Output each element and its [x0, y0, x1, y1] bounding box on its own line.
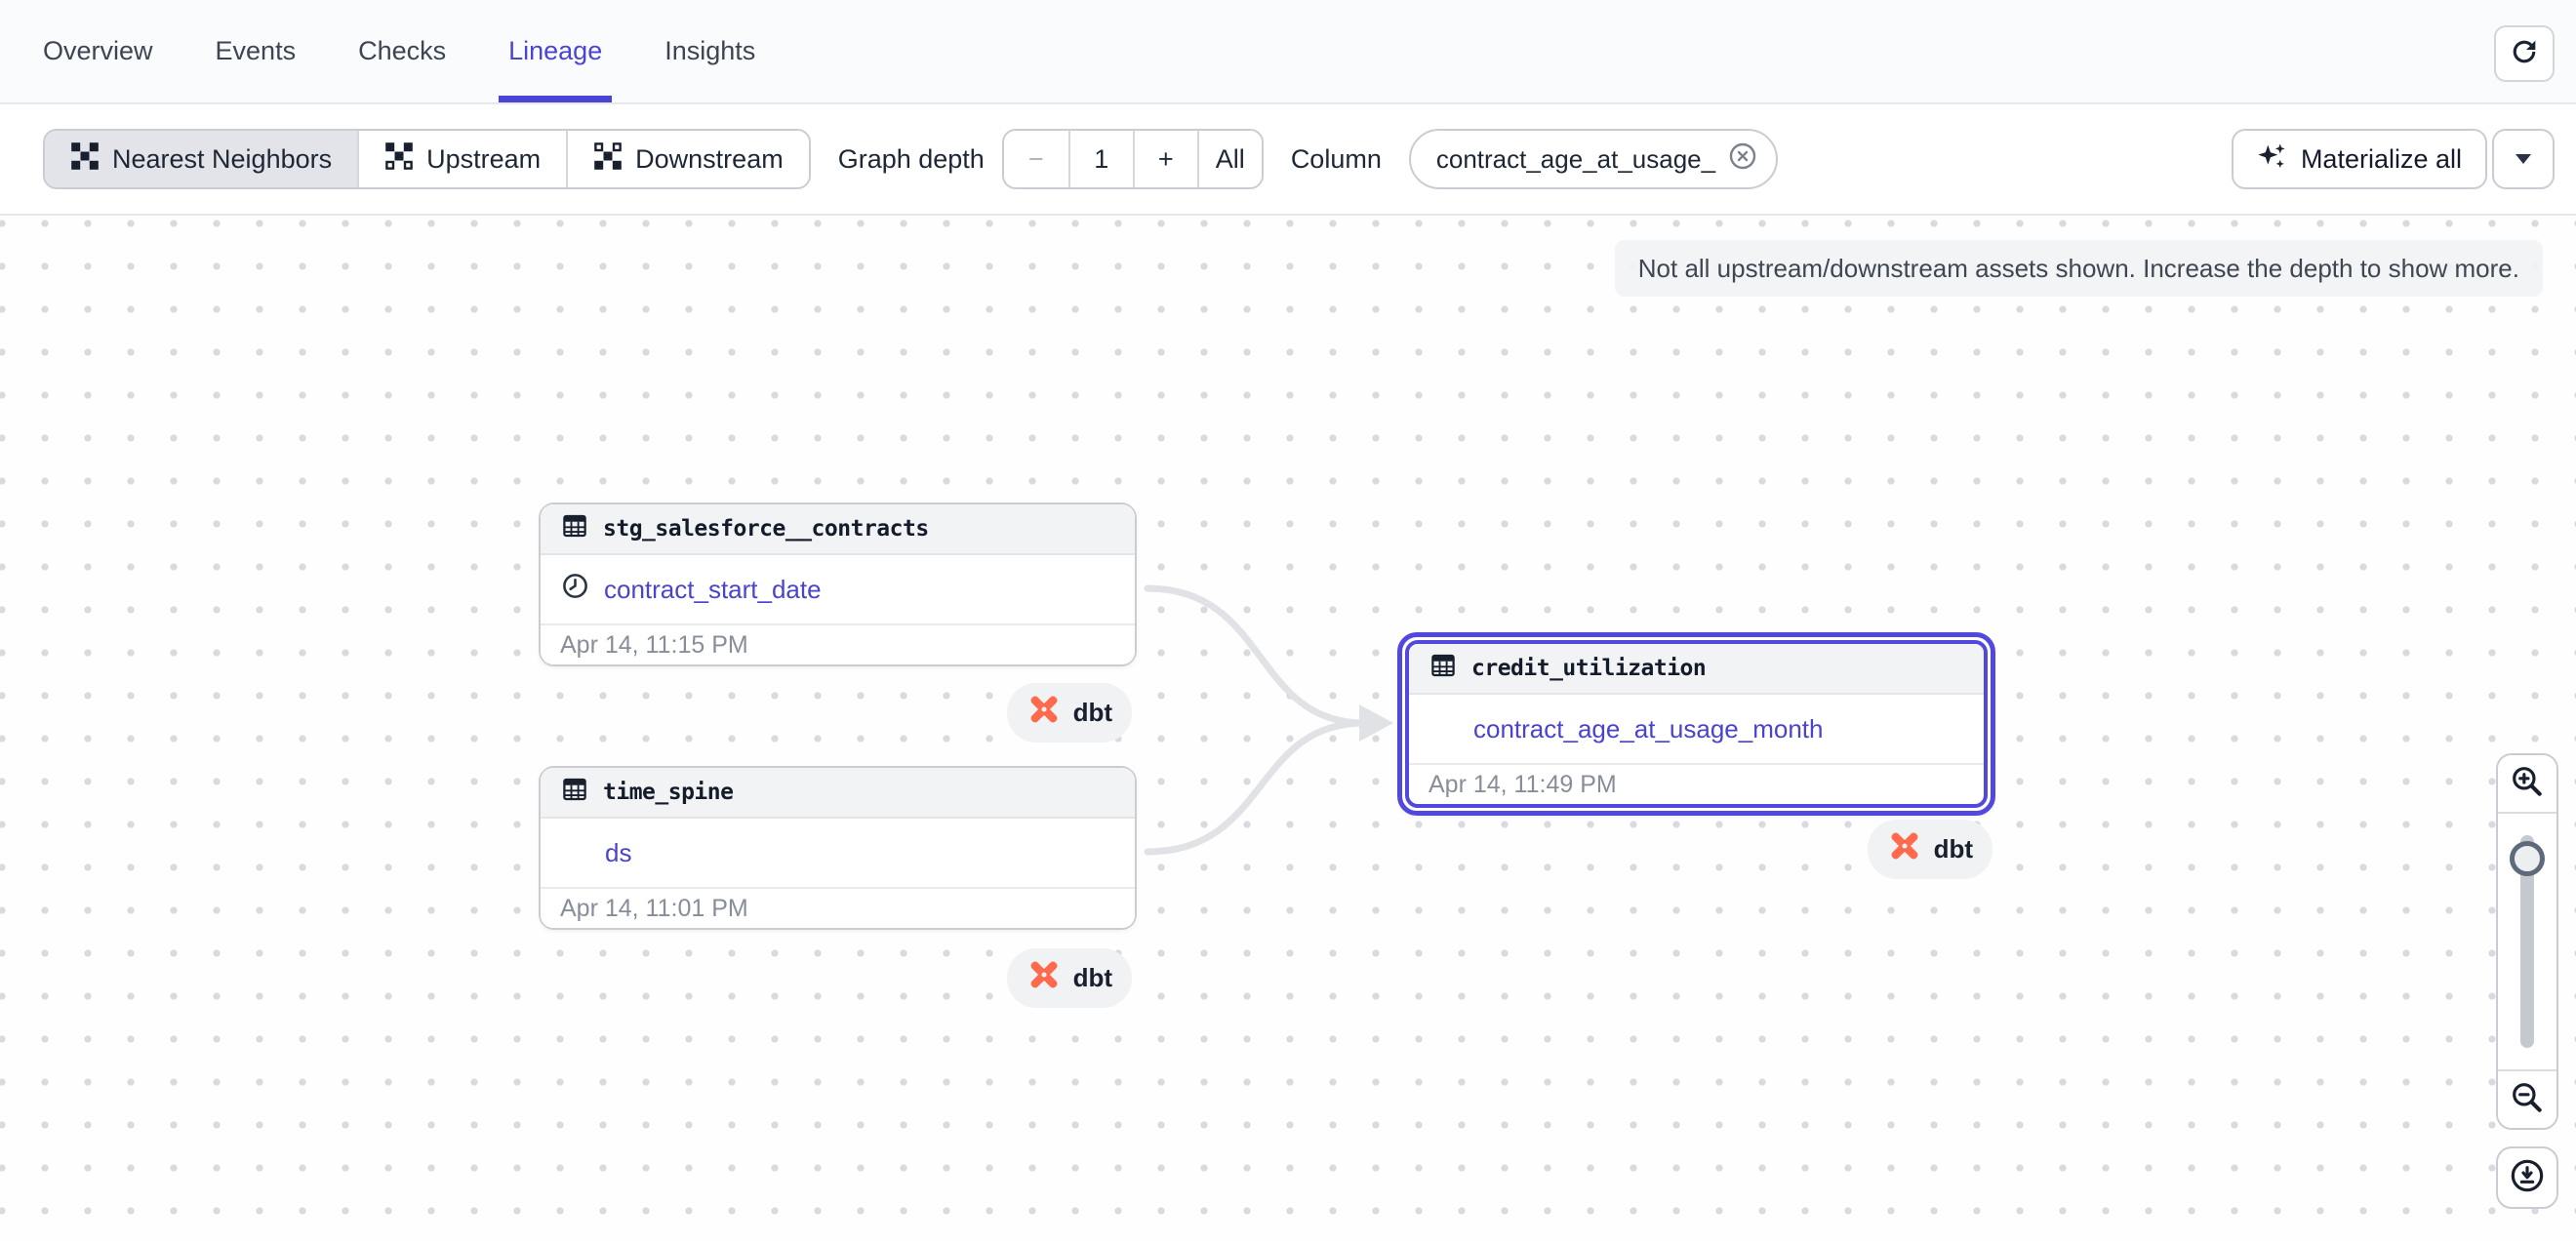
node-header: stg_salesforce__contracts — [541, 504, 1135, 555]
dbt-logo-icon — [1026, 957, 1062, 999]
refresh-button[interactable] — [2494, 25, 2555, 82]
downstream-icon — [593, 141, 623, 178]
node-body: credit_utilization contract_age_at_usage… — [1405, 640, 1988, 808]
zoom-in-button[interactable] — [2498, 755, 2556, 812]
graph-depth-stepper: − 1 + All — [1002, 129, 1264, 189]
nearest-neighbors-icon — [70, 141, 100, 178]
zoom-panel — [2496, 753, 2558, 1130]
view-mode-nearest-neighbors[interactable]: Nearest Neighbors — [45, 131, 357, 187]
node-header: time_spine — [541, 768, 1135, 819]
node-header: credit_utilization — [1409, 644, 1984, 695]
column-link[interactable]: contract_start_date — [604, 575, 822, 605]
upstream-icon — [384, 141, 414, 178]
refresh-icon — [2508, 35, 2541, 73]
zoom-out-button[interactable] — [2498, 1071, 2556, 1128]
asset-node-credit-utilization[interactable]: credit_utilization contract_age_at_usage… — [1397, 632, 1995, 816]
node-timestamp: Apr 14, 11:49 PM — [1409, 763, 1984, 804]
graph-depth-label: Graph depth — [838, 144, 985, 175]
circled-down-arrow-icon — [2508, 1156, 2547, 1200]
zoom-slider-handle[interactable] — [2510, 841, 2545, 876]
dbt-group-badge[interactable]: dbt — [1007, 948, 1132, 1008]
node-title: stg_salesforce__contracts — [603, 516, 929, 542]
clock-icon — [560, 571, 590, 608]
zoom-slider — [2498, 812, 2556, 1071]
lineage-canvas[interactable]: Not all upstream/downstream assets shown… — [0, 216, 2576, 1243]
tab-insights[interactable]: Insights — [664, 0, 755, 102]
asset-lineage-page: Overview Events Checks Lineage Insights — [0, 0, 2576, 1245]
tab-overview[interactable]: Overview — [43, 0, 153, 102]
materialize-split-button: Materialize all — [2232, 129, 2555, 189]
node-body: time_spine ds Apr 14, 11:01 PM — [541, 768, 1135, 928]
column-link[interactable]: ds — [605, 838, 631, 868]
node-timestamp: Apr 14, 11:01 PM — [541, 887, 1135, 928]
tab-events[interactable]: Events — [216, 0, 297, 102]
node-title: credit_utilization — [1471, 656, 1706, 681]
column-filter-value: contract_age_at_usage_ — [1436, 144, 1715, 175]
dbt-badge-label: dbt — [1073, 963, 1112, 993]
dbt-group-badge[interactable]: dbt — [1007, 683, 1132, 743]
table-icon — [1429, 651, 1458, 686]
lineage-toolbar: Nearest Neighbors Upstream — [0, 104, 2576, 216]
dbt-logo-icon — [1026, 692, 1062, 734]
tab-checks[interactable]: Checks — [358, 0, 446, 102]
node-timestamp: Apr 14, 11:15 PM — [541, 623, 1135, 664]
depth-increment-button[interactable]: + — [1133, 131, 1197, 187]
chevron-down-icon — [2516, 154, 2531, 164]
top-nav: Overview Events Checks Lineage Insights — [0, 0, 2576, 104]
lineage-edges — [0, 216, 2576, 1243]
depth-value: 1 — [1068, 131, 1133, 187]
zoom-out-icon — [2509, 1079, 2546, 1121]
recenter-view-button[interactable] — [2496, 1146, 2558, 1209]
column-link[interactable]: contract_age_at_usage_month — [1473, 714, 1824, 744]
node-title: time_spine — [603, 780, 733, 805]
node-body: stg_salesforce__contracts contract_start… — [541, 504, 1135, 664]
column-label: Column — [1291, 144, 1382, 175]
node-column-row: contract_start_date — [541, 555, 1135, 623]
materialize-dropdown-button[interactable] — [2492, 129, 2555, 189]
view-mode-label: Upstream — [426, 144, 541, 175]
sparkles-icon — [2257, 141, 2288, 179]
dbt-group-badge[interactable]: dbt — [1868, 820, 1992, 879]
materialize-all-button[interactable]: Materialize all — [2232, 129, 2487, 189]
depth-notice: Not all upstream/downstream assets shown… — [1615, 240, 2543, 297]
depth-all-button[interactable]: All — [1197, 131, 1262, 187]
asset-node-stg-salesforce-contracts[interactable]: stg_salesforce__contracts contract_start… — [539, 502, 1137, 666]
table-icon — [560, 775, 589, 810]
circle-x-icon[interactable] — [1727, 141, 1758, 179]
view-mode-downstream[interactable]: Downstream — [566, 131, 809, 187]
node-column-row: ds — [541, 819, 1135, 887]
view-mode-upstream[interactable]: Upstream — [357, 131, 566, 187]
depth-decrement-button[interactable]: − — [1004, 131, 1068, 187]
dbt-logo-icon — [1887, 828, 1922, 870]
materialize-all-label: Materialize all — [2301, 144, 2462, 175]
dbt-badge-label: dbt — [1934, 834, 1973, 864]
view-mode-label: Nearest Neighbors — [112, 144, 332, 175]
asset-node-time-spine[interactable]: time_spine ds Apr 14, 11:01 PM — [539, 766, 1137, 930]
dbt-badge-label: dbt — [1073, 698, 1112, 728]
zoom-in-icon — [2509, 763, 2546, 805]
table-icon — [560, 511, 589, 546]
tab-lineage[interactable]: Lineage — [508, 0, 602, 102]
column-filter-chip[interactable]: contract_age_at_usage_ — [1409, 129, 1778, 189]
node-column-row: contract_age_at_usage_month — [1409, 695, 1984, 763]
view-mode-label: Downstream — [635, 144, 784, 175]
view-mode-group: Nearest Neighbors Upstream — [43, 129, 811, 189]
